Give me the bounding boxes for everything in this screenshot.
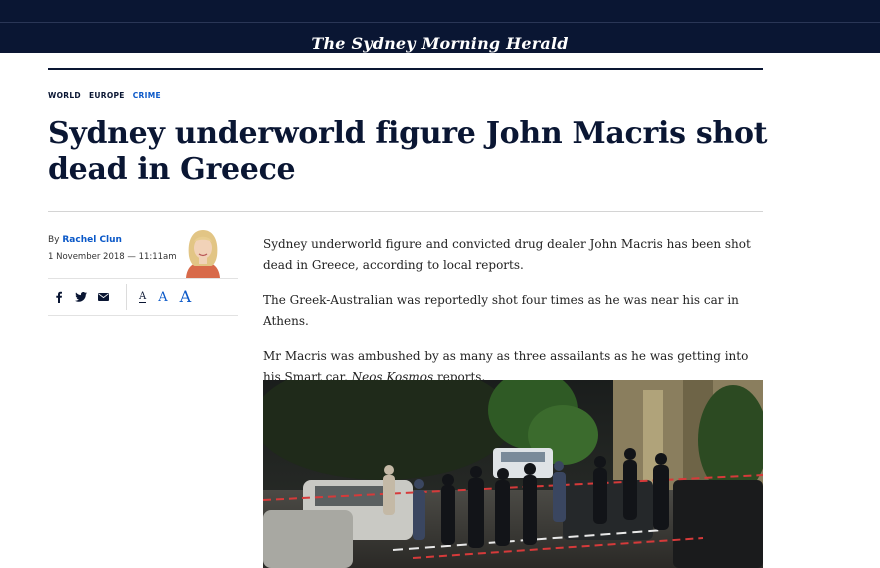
twitter-icon[interactable] [70, 287, 92, 307]
font-size-medium-button[interactable]: A [158, 291, 167, 304]
breadcrumb-europe[interactable]: EUROPE [89, 91, 125, 100]
breadcrumb: WORLD EUROPE CRIME [48, 91, 161, 100]
paragraph-2: The Greek-Australian was reportedly shot… [263, 293, 739, 328]
email-icon[interactable] [92, 287, 114, 307]
article-body: Sydney underworld figure and convicted d… [263, 234, 768, 402]
breadcrumb-crime[interactable]: CRIME [133, 91, 161, 100]
article-photo[interactable] [263, 380, 763, 568]
site-logo[interactable]: The Sydney Morning Herald [0, 34, 880, 53]
share-top-rule [48, 278, 238, 279]
share-bottom-rule [48, 315, 238, 316]
author-link[interactable]: Rachel Clun [62, 235, 122, 245]
share-bar: A A A [48, 284, 203, 310]
article-headline: Sydney underworld figure John Macris sho… [48, 116, 768, 187]
publish-date: 1 November 2018 — 11:11am [48, 252, 177, 262]
byline-prefix: By [48, 235, 63, 245]
font-size-small-button[interactable]: A [139, 291, 147, 303]
header-rule [48, 68, 763, 70]
headline-divider [48, 211, 763, 212]
byline: By Rachel Clun [48, 235, 122, 245]
facebook-icon[interactable] [48, 287, 70, 307]
author-avatar[interactable] [178, 226, 228, 278]
paragraph-3-text: Mr Macris was ambushed by as many as thr… [263, 349, 749, 384]
masthead: The Sydney Morning Herald [0, 0, 880, 53]
font-size-large-button[interactable]: A [180, 289, 192, 305]
share-divider [126, 284, 127, 310]
breadcrumb-world[interactable]: WORLD [48, 91, 81, 100]
paragraph-1: Sydney underworld figure and convicted d… [263, 237, 751, 272]
masthead-top-line [0, 22, 880, 23]
